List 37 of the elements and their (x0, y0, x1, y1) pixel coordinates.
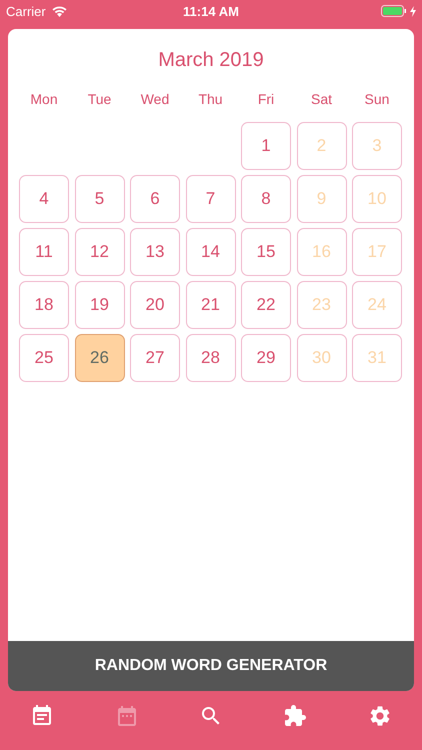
day-cell[interactable]: 7 (186, 175, 236, 223)
charging-icon (410, 6, 416, 16)
day-cell[interactable]: 22 (241, 281, 291, 329)
day-cell[interactable]: 12 (74, 228, 124, 276)
battery-icon (380, 5, 407, 17)
weekday-label: Thu (197, 91, 224, 107)
day-cell[interactable]: 13 (130, 228, 180, 276)
random-word-generator-button[interactable]: RANDOM WORD GENERATOR (8, 641, 414, 691)
day-cell[interactable]: 8 (241, 175, 291, 223)
day-cell[interactable]: 29 (241, 334, 291, 382)
wifi-icon (52, 6, 67, 16)
weekday-label: Sat (310, 91, 333, 107)
weekday-label: Fri (256, 91, 276, 107)
weekday-label: Mon (29, 91, 59, 107)
day-cell[interactable]: 5 (74, 175, 124, 223)
weekday-label: Wed (140, 91, 170, 107)
carrier-label: Carrier (6, 4, 46, 18)
day-cell[interactable]: 11 (19, 228, 69, 276)
day-cell[interactable]: 26 (74, 334, 124, 382)
day-cell[interactable]: 25 (19, 334, 69, 382)
weekday-label: Sun (364, 91, 390, 107)
day-cell[interactable]: 19 (74, 281, 124, 329)
day-cell[interactable]: 1 (241, 122, 291, 170)
settings-icon[interactable] (368, 704, 392, 728)
clock-time: 11:14 AM (183, 4, 239, 18)
day-cell[interactable]: 14 (186, 228, 236, 276)
day-cell[interactable]: 21 (186, 281, 236, 329)
day-cell[interactable]: 28 (186, 334, 236, 382)
day-cell[interactable]: 15 (241, 228, 291, 276)
day-cell[interactable]: 6 (130, 175, 180, 223)
day-cell[interactable]: 27 (130, 334, 180, 382)
day-cell[interactable]: 18 (19, 281, 69, 329)
day-cell[interactable]: 4 (19, 175, 69, 223)
weekday-label: Tue (86, 91, 112, 107)
puzzle-icon[interactable] (283, 704, 308, 728)
month-title: March 2019 (157, 49, 265, 72)
day-cell[interactable]: 20 (130, 281, 180, 329)
